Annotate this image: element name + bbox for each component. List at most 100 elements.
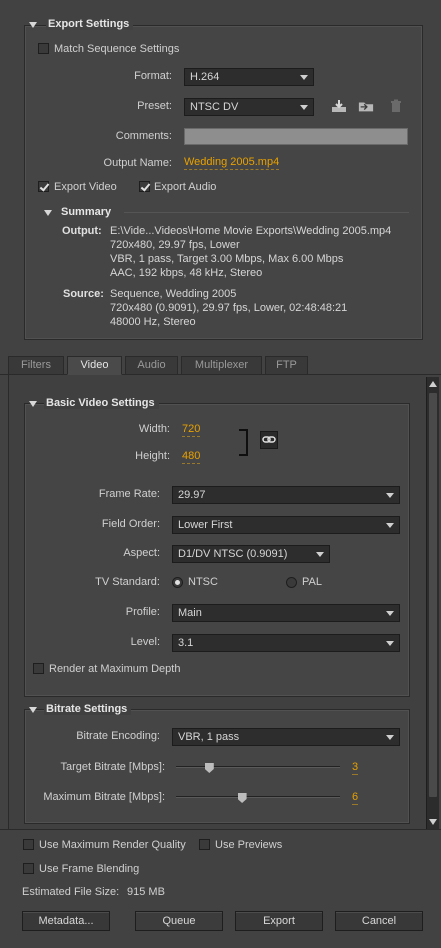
export-video-checkbox[interactable] bbox=[38, 181, 49, 192]
file-size-label: Estimated File Size: bbox=[22, 886, 120, 898]
import-preset-icon[interactable] bbox=[358, 99, 374, 113]
profile-value: Main bbox=[178, 607, 202, 619]
pal-label: PAL bbox=[302, 576, 322, 588]
use-previews-checkbox[interactable] bbox=[199, 839, 210, 850]
scrollbar-thumb[interactable] bbox=[429, 393, 437, 797]
frame-rate-value: 29.97 bbox=[178, 489, 206, 501]
chevron-down-icon bbox=[300, 75, 308, 80]
source-summary-line: 720x480 (0.9091), 29.97 fps, Lower, 02:4… bbox=[110, 302, 348, 314]
export-audio-checkbox[interactable] bbox=[139, 181, 150, 192]
scroll-up-icon[interactable] bbox=[429, 381, 437, 387]
chevron-down-icon bbox=[386, 523, 394, 528]
frame-rate-label: Frame Rate: bbox=[98, 488, 160, 500]
frame-blending-checkbox[interactable] bbox=[23, 863, 34, 874]
export-video-label: Export Video bbox=[54, 181, 117, 193]
profile-label: Profile: bbox=[125, 606, 160, 618]
chain-link-icon[interactable] bbox=[260, 431, 278, 449]
tab-ftp[interactable]: FTP bbox=[265, 356, 308, 375]
output-name-label: Output Name: bbox=[103, 157, 172, 169]
target-bitrate-slider[interactable] bbox=[176, 766, 340, 768]
format-value: H.264 bbox=[190, 71, 220, 83]
aspect-bracket bbox=[239, 429, 248, 456]
metadata-button[interactable]: Metadata... bbox=[22, 911, 110, 931]
render-max-depth-checkbox[interactable] bbox=[33, 663, 44, 674]
bitrate-encoding-dropdown[interactable]: VBR, 1 pass bbox=[172, 728, 400, 746]
output-summary-line: AAC, 192 kbps, 48 kHz, Stereo bbox=[110, 267, 263, 279]
source-summary-label: Source: bbox=[63, 288, 104, 300]
vertical-scrollbar[interactable] bbox=[426, 377, 439, 829]
preset-label: Preset: bbox=[137, 100, 172, 112]
height-label: Height: bbox=[135, 450, 170, 462]
source-summary-line: 48000 Hz, Stereo bbox=[110, 316, 196, 328]
chevron-down-icon bbox=[316, 552, 324, 557]
aspect-value: D1/DV NTSC (0.9091) bbox=[178, 548, 288, 560]
summary-collapse-icon[interactable] bbox=[44, 210, 52, 216]
height-value[interactable]: 480 bbox=[182, 450, 201, 464]
ntsc-radio[interactable] bbox=[172, 577, 183, 588]
tab-filters[interactable]: Filters bbox=[8, 356, 64, 375]
export-button[interactable]: Export bbox=[235, 911, 323, 931]
match-sequence-label: Match Sequence Settings bbox=[54, 43, 180, 55]
profile-dropdown[interactable]: Main bbox=[172, 604, 400, 622]
format-label: Format: bbox=[134, 70, 172, 82]
collapse-triangle-icon[interactable] bbox=[29, 707, 37, 713]
frame-rate-dropdown[interactable]: 29.97 bbox=[172, 486, 400, 504]
collapse-triangle-icon[interactable] bbox=[29, 22, 37, 28]
chevron-down-icon bbox=[386, 493, 394, 498]
preset-dropdown[interactable]: NTSC DV bbox=[184, 98, 314, 116]
render-max-depth-label: Render at Maximum Depth bbox=[49, 663, 181, 675]
width-label: Width: bbox=[138, 423, 170, 435]
basic-video-header: Basic Video Settings bbox=[44, 397, 159, 409]
max-bitrate-label: Maximum Bitrate [Mbps]: bbox=[43, 791, 165, 803]
match-sequence-checkbox[interactable] bbox=[38, 43, 49, 54]
export-settings-header: Export Settings bbox=[46, 18, 134, 30]
field-order-dropdown[interactable]: Lower First bbox=[172, 516, 400, 534]
bitrate-encoding-value: VBR, 1 pass bbox=[178, 731, 240, 743]
target-bitrate-value[interactable]: 3 bbox=[352, 761, 359, 775]
preset-value: NTSC DV bbox=[190, 101, 239, 113]
tab-video[interactable]: Video bbox=[67, 356, 122, 375]
save-preset-icon[interactable] bbox=[331, 99, 347, 113]
source-summary-line: Sequence, Wedding 2005 bbox=[110, 288, 237, 300]
max-render-quality-label: Use Maximum Render Quality bbox=[39, 839, 186, 851]
collapse-triangle-icon[interactable] bbox=[29, 401, 37, 407]
chevron-down-icon bbox=[386, 641, 394, 646]
summary-header: Summary bbox=[61, 206, 112, 218]
level-value: 3.1 bbox=[178, 637, 194, 649]
bottom-divider bbox=[0, 829, 441, 830]
comments-label: Comments: bbox=[115, 130, 172, 142]
tv-standard-label: TV Standard: bbox=[95, 576, 160, 588]
field-order-value: Lower First bbox=[178, 519, 233, 531]
cancel-button[interactable]: Cancel bbox=[335, 911, 423, 931]
bitrate-header: Bitrate Settings bbox=[44, 703, 132, 715]
ntsc-label: NTSC bbox=[188, 576, 218, 588]
width-value[interactable]: 720 bbox=[182, 423, 201, 437]
chevron-down-icon bbox=[300, 105, 308, 110]
queue-button[interactable]: Queue bbox=[135, 911, 223, 931]
max-render-quality-checkbox[interactable] bbox=[23, 839, 34, 850]
output-summary-line: E:\Vide...Videos\Home Movie Exports\Wedd… bbox=[110, 225, 392, 237]
format-dropdown[interactable]: H.264 bbox=[184, 68, 314, 86]
tab-multiplexer[interactable]: Multiplexer bbox=[181, 356, 262, 375]
field-order-label: Field Order: bbox=[101, 518, 160, 530]
chevron-down-icon bbox=[386, 611, 394, 616]
output-summary-line: 720x480, 29.97 fps, Lower bbox=[110, 239, 240, 251]
aspect-dropdown[interactable]: D1/DV NTSC (0.9091) bbox=[172, 545, 330, 563]
delete-preset-icon[interactable] bbox=[388, 99, 404, 113]
output-name-link[interactable]: Wedding 2005.mp4 bbox=[184, 156, 280, 170]
max-bitrate-value[interactable]: 6 bbox=[352, 791, 359, 805]
chevron-down-icon bbox=[386, 735, 394, 740]
target-bitrate-label: Target Bitrate [Mbps]: bbox=[60, 761, 165, 773]
frame-blending-label: Use Frame Blending bbox=[39, 863, 140, 875]
tab-audio[interactable]: Audio bbox=[125, 356, 178, 375]
comments-input[interactable] bbox=[184, 128, 408, 145]
pal-radio[interactable] bbox=[286, 577, 297, 588]
use-previews-label: Use Previews bbox=[215, 839, 283, 851]
max-bitrate-slider[interactable] bbox=[176, 796, 340, 798]
output-summary-line: VBR, 1 pass, Target 3.00 Mbps, Max 6.00 … bbox=[110, 253, 344, 265]
export-audio-label: Export Audio bbox=[154, 181, 217, 193]
level-dropdown[interactable]: 3.1 bbox=[172, 634, 400, 652]
level-label: Level: bbox=[130, 636, 160, 648]
file-size-value: 915 MB bbox=[127, 886, 165, 898]
scroll-down-icon[interactable] bbox=[429, 819, 437, 825]
